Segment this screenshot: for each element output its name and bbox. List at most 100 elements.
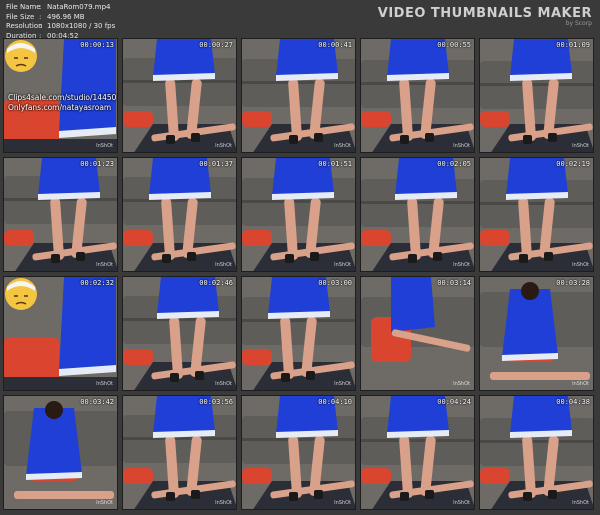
thumbnail-tile[interactable]: 00:03:28 InShOt	[479, 276, 594, 391]
timestamp: 00:02:05	[437, 160, 471, 168]
thumbnail-tile[interactable]: 00:04:10 InShOt	[241, 395, 356, 510]
thumbnail-tile[interactable]: 00:02:32 InShOt	[3, 276, 118, 391]
thumbnail-tile[interactable]: 00:01:37 InShOt	[122, 157, 237, 272]
watermark: InShOt	[215, 381, 232, 387]
watermark: InShOt	[215, 262, 232, 268]
file-info-row: File Name : NataRom079.mp4	[6, 3, 115, 13]
timestamp: 00:00:41	[318, 41, 352, 49]
file-size-label: File Size	[6, 12, 35, 21]
watermark: InShOt	[96, 381, 113, 387]
timestamp: 00:03:56	[199, 398, 233, 406]
thumbnail-frame	[480, 396, 593, 509]
thumbnail-frame	[4, 158, 117, 271]
timestamp: 00:00:13	[80, 41, 114, 49]
thumbnail-tile[interactable]: 00:02:05 InShOt	[360, 157, 475, 272]
thumbnail-frame	[4, 396, 117, 509]
thumbnail-frame	[123, 396, 236, 509]
watermark: InShOt	[334, 143, 351, 149]
header: File Name : NataRom079.mp4 File Size : 4…	[0, 0, 600, 41]
timestamp: 00:02:46	[199, 279, 233, 287]
thumbnail-tile[interactable]: 00:01:09 InShOt	[479, 38, 594, 153]
thumbnail-frame	[123, 158, 236, 271]
watermark: InShOt	[453, 500, 470, 506]
timestamp: 00:03:28	[556, 279, 590, 287]
timestamp: 00:00:27	[199, 41, 233, 49]
thumbnail-tile[interactable]: 00:00:27 InShOt	[122, 38, 237, 153]
timestamp: 00:03:00	[318, 279, 352, 287]
timestamp: 00:01:51	[318, 160, 352, 168]
thumbnail-tile[interactable]: Clips4sale.com/studio/14450 Onlyfans.com/…	[3, 38, 118, 153]
thumbnail-frame	[242, 39, 355, 152]
brand-logo: VIDEO THUMBNAILS MAKER by Scorp	[378, 6, 592, 27]
thumbnail-frame	[242, 158, 355, 271]
watermark: InShOt	[572, 143, 589, 149]
resolution-label: Resolution	[6, 22, 43, 30]
thumbnail-grid: Clips4sale.com/studio/14450 Onlyfans.com/…	[3, 38, 597, 512]
thumbnail-tile[interactable]: 00:03:00 InShOt	[241, 276, 356, 391]
separator: :	[39, 22, 42, 30]
watermark: InShOt	[96, 143, 113, 149]
watermark: InShOt	[572, 381, 589, 387]
thumbnail-frame	[242, 277, 355, 390]
watermark: InShOt	[96, 262, 113, 268]
watermark: InShOt	[215, 143, 232, 149]
thumbnail-tile[interactable]: 00:03:42 InShOt	[3, 395, 118, 510]
bandaged-face-icon	[5, 40, 37, 72]
bandaged-face-icon	[5, 278, 37, 310]
timestamp: 00:04:38	[556, 398, 590, 406]
timestamp: 00:03:14	[437, 279, 471, 287]
promo-line: Clips4sale.com/studio/14450	[8, 93, 117, 102]
brand-by: by Scorp	[565, 20, 592, 27]
watermark: InShOt	[453, 143, 470, 149]
thumbnail-tile[interactable]: 00:02:46 InShOt	[122, 276, 237, 391]
thumbnail-tile[interactable]: 00:04:24 InShOt	[360, 395, 475, 510]
watermark: InShOt	[572, 500, 589, 506]
file-size-value: 496.96 MB	[47, 12, 85, 21]
thumbnail-tile[interactable]: 00:01:51 InShOt	[241, 157, 356, 272]
file-info-row: File Size : 496.96 MB	[6, 13, 115, 23]
timestamp: 00:01:37	[199, 160, 233, 168]
timestamp: 00:02:19	[556, 160, 590, 168]
thumbnail-frame	[480, 277, 593, 390]
separator: :	[39, 3, 42, 11]
thumbnail-frame	[123, 277, 236, 390]
watermark: InShOt	[572, 262, 589, 268]
timestamp: 00:04:10	[318, 398, 352, 406]
thumbnail-frame	[361, 39, 474, 152]
watermark: InShOt	[334, 500, 351, 506]
thumbnail-frame	[361, 277, 474, 390]
thumbnail-frame	[123, 39, 236, 152]
thumbnail-tile[interactable]: 00:00:55 InShOt	[360, 38, 475, 153]
separator: :	[39, 12, 42, 21]
thumbnail-tile[interactable]: 00:04:38 InShOt	[479, 395, 594, 510]
thumbnail-tile[interactable]: 00:01:23 InShOt	[3, 157, 118, 272]
file-name-value: NataRom079.mp4	[47, 3, 111, 11]
watermark: InShOt	[334, 262, 351, 268]
file-name-label: File Name	[6, 3, 41, 11]
timestamp: 00:03:42	[80, 398, 114, 406]
thumbnail-frame	[361, 396, 474, 509]
thumbnail-frame	[480, 158, 593, 271]
resolution-value: 1080x1080 / 30 fps	[47, 22, 116, 30]
file-info: File Name : NataRom079.mp4 File Size : 4…	[6, 3, 115, 41]
timestamp: 00:02:32	[80, 279, 114, 287]
thumbnail-frame	[361, 158, 474, 271]
file-info-row: Resolution : 1080x1080 / 30 fps	[6, 22, 115, 32]
watermark: InShOt	[215, 500, 232, 506]
watermark: InShOt	[453, 262, 470, 268]
timestamp: 00:00:55	[437, 41, 471, 49]
thumbnail-frame	[480, 39, 593, 152]
watermark: InShOt	[334, 381, 351, 387]
watermark: InShOt	[453, 381, 470, 387]
thumbnail-tile[interactable]: 00:03:14 InShOt	[360, 276, 475, 391]
promo-line: Onlyfans.com/natayasroam	[8, 103, 112, 112]
thumbnail-frame	[242, 396, 355, 509]
thumbnail-tile[interactable]: 00:00:41 InShOt	[241, 38, 356, 153]
thumbnail-tile[interactable]: 00:03:56 InShOt	[122, 395, 237, 510]
timestamp: 00:01:23	[80, 160, 114, 168]
thumbnail-tile[interactable]: 00:02:19 InShOt	[479, 157, 594, 272]
watermark: InShOt	[96, 500, 113, 506]
brand-title: VIDEO THUMBNAILS MAKER	[377, 6, 592, 21]
promo-text: Clips4sale.com/studio/14450 Onlyfans.com/…	[8, 93, 116, 113]
timestamp: 00:01:09	[556, 41, 590, 49]
